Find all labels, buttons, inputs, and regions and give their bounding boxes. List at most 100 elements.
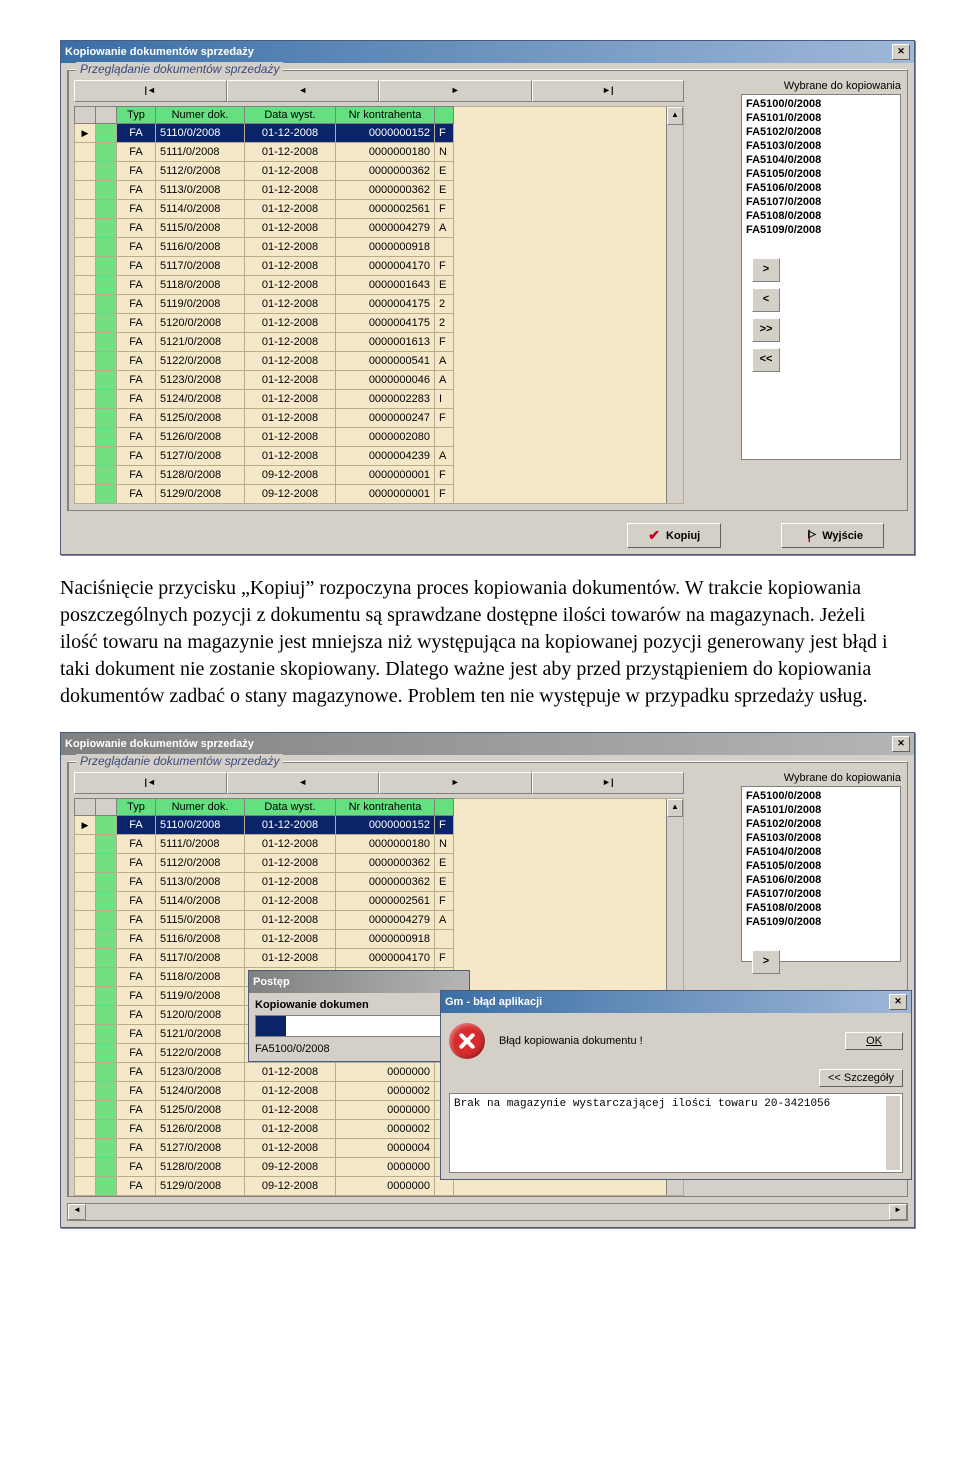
table-row[interactable]: FA5125/0/200801-12-20080000000247F bbox=[75, 409, 454, 428]
progress-title: Postęp bbox=[253, 976, 290, 988]
table-row[interactable]: FA5117/0/200801-12-20080000004170F bbox=[75, 949, 454, 968]
close-icon[interactable]: ✕ bbox=[892, 44, 910, 60]
list-item[interactable]: FA5107/0/2008 bbox=[746, 887, 896, 901]
add-button[interactable]: > bbox=[752, 950, 780, 974]
nav-first-button[interactable]: |◄ bbox=[74, 80, 227, 102]
table-row[interactable]: FA5113/0/200801-12-20080000000362E bbox=[75, 873, 454, 892]
col-kontr[interactable]: Nr kontrahenta bbox=[336, 107, 435, 124]
col-num[interactable]: Numer dok. bbox=[156, 107, 245, 124]
table-row[interactable]: FA5114/0/200801-12-20080000002561F bbox=[75, 200, 454, 219]
table-row[interactable]: FA5128/0/200809-12-20080000000001F bbox=[75, 466, 454, 485]
list-item[interactable]: FA5109/0/2008 bbox=[746, 223, 896, 237]
error-details-memo[interactable]: Brak na magazynie wystarczającej ilości … bbox=[449, 1093, 903, 1173]
list-item[interactable]: FA5102/0/2008 bbox=[746, 125, 896, 139]
list-item[interactable]: FA5106/0/2008 bbox=[746, 181, 896, 195]
check-icon: ✔ bbox=[648, 527, 660, 544]
selected-listbox[interactable]: FA5100/0/2008FA5101/0/2008FA5102/0/2008F… bbox=[741, 786, 901, 962]
table-row[interactable]: FA5122/0/200801-12-20080000000541A bbox=[75, 352, 454, 371]
remove-all-button[interactable]: << bbox=[752, 348, 780, 372]
titlebar[interactable]: Kopiowanie dokumentów sprzedaży ✕ bbox=[61, 733, 914, 755]
table-row[interactable]: FA5112/0/200801-12-20080000000362E bbox=[75, 162, 454, 181]
add-all-button[interactable]: >> bbox=[752, 318, 780, 342]
exit-button[interactable]: Wyjście bbox=[781, 523, 884, 548]
table-row[interactable]: FA5129/0/200809-12-20080000000001F bbox=[75, 485, 454, 504]
scroll-up-icon[interactable]: ▲ bbox=[667, 799, 683, 817]
table-row[interactable]: ▶FA5110/0/200801-12-20080000000152F bbox=[75, 124, 454, 143]
vertical-scrollbar[interactable]: ▲ bbox=[666, 107, 683, 503]
list-item[interactable]: FA5100/0/2008 bbox=[746, 789, 896, 803]
list-item[interactable]: FA5104/0/2008 bbox=[746, 153, 896, 167]
nav-last-button[interactable]: ►| bbox=[532, 80, 685, 102]
list-item[interactable]: FA5107/0/2008 bbox=[746, 195, 896, 209]
titlebar[interactable]: Postęp bbox=[249, 971, 469, 993]
table-row[interactable]: FA5113/0/200801-12-20080000000362E bbox=[75, 181, 454, 200]
col-num[interactable]: Numer dok. bbox=[156, 799, 245, 816]
table-row[interactable]: FA5115/0/200801-12-20080000004279A bbox=[75, 219, 454, 238]
list-item[interactable]: FA5103/0/2008 bbox=[746, 831, 896, 845]
progress-dialog: Postęp Kopiowanie dokumen FA5100/0/2008 bbox=[248, 970, 470, 1062]
list-item[interactable]: FA5101/0/2008 bbox=[746, 111, 896, 125]
close-icon[interactable]: ✕ bbox=[889, 994, 907, 1010]
table-row[interactable]: FA5112/0/200801-12-20080000000362E bbox=[75, 854, 454, 873]
list-item[interactable]: FA5109/0/2008 bbox=[746, 915, 896, 929]
table-row[interactable]: FA5127/0/200801-12-20080000004239A bbox=[75, 447, 454, 466]
list-item[interactable]: FA5106/0/2008 bbox=[746, 873, 896, 887]
table-row[interactable]: FA5124/0/200801-12-20080000002 bbox=[75, 1082, 454, 1101]
table-row[interactable]: FA5126/0/200801-12-20080000002080 bbox=[75, 428, 454, 447]
table-row[interactable]: FA5119/0/200801-12-200800000041752 bbox=[75, 295, 454, 314]
nav-next-button[interactable]: ► bbox=[379, 80, 532, 102]
table-row[interactable]: FA5121/0/200801-12-20080000001613F bbox=[75, 333, 454, 352]
table-row[interactable]: FA5114/0/200801-12-20080000002561F bbox=[75, 892, 454, 911]
table-row[interactable]: FA5118/0/200801-12-20080000001643E bbox=[75, 276, 454, 295]
table-row[interactable]: FA5116/0/200801-12-20080000000918 bbox=[75, 238, 454, 257]
col-typ[interactable]: Typ bbox=[117, 107, 156, 124]
list-item[interactable]: FA5108/0/2008 bbox=[746, 901, 896, 915]
list-item[interactable]: FA5105/0/2008 bbox=[746, 167, 896, 181]
table-row[interactable]: FA5111/0/200801-12-20080000000180N bbox=[75, 143, 454, 162]
scroll-up-icon[interactable]: ▲ bbox=[667, 107, 683, 125]
nav-prev-button[interactable]: ◄ bbox=[227, 80, 380, 102]
col-date[interactable]: Data wyst. bbox=[245, 107, 336, 124]
nav-first-button[interactable]: |◄ bbox=[74, 772, 227, 794]
table-row[interactable]: FA5115/0/200801-12-20080000004279A bbox=[75, 911, 454, 930]
col-date[interactable]: Data wyst. bbox=[245, 799, 336, 816]
titlebar[interactable]: Gm - błąd aplikacji ✕ bbox=[441, 991, 911, 1013]
scroll-right-icon[interactable]: ► bbox=[889, 1204, 907, 1220]
copy-button[interactable]: ✔ Kopiuj bbox=[627, 523, 721, 548]
table-row[interactable]: FA5128/0/200809-12-20080000000 bbox=[75, 1158, 454, 1177]
details-button[interactable]: << Szczegóły bbox=[819, 1069, 903, 1087]
horizontal-scrollbar[interactable]: ◄ ► bbox=[67, 1203, 908, 1221]
table-row[interactable]: FA5126/0/200801-12-20080000002 bbox=[75, 1120, 454, 1139]
table-row[interactable]: FA5129/0/200809-12-20080000000 bbox=[75, 1177, 454, 1196]
documents-table[interactable]: Typ Numer dok. Data wyst. Nr kontrahenta… bbox=[74, 106, 454, 504]
table-row[interactable]: FA5120/0/200801-12-200800000041752 bbox=[75, 314, 454, 333]
memo-scrollbar[interactable] bbox=[886, 1096, 900, 1170]
nav-prev-button[interactable]: ◄ bbox=[227, 772, 380, 794]
nav-last-button[interactable]: ►| bbox=[532, 772, 685, 794]
table-row[interactable]: FA5123/0/200801-12-20080000000 bbox=[75, 1063, 454, 1082]
nav-next-button[interactable]: ► bbox=[379, 772, 532, 794]
list-item[interactable]: FA5101/0/2008 bbox=[746, 803, 896, 817]
table-row[interactable]: FA5127/0/200801-12-20080000004 bbox=[75, 1139, 454, 1158]
table-row[interactable]: FA5116/0/200801-12-20080000000918 bbox=[75, 930, 454, 949]
table-row[interactable]: FA5117/0/200801-12-20080000004170F bbox=[75, 257, 454, 276]
scroll-left-icon[interactable]: ◄ bbox=[68, 1204, 86, 1220]
close-icon[interactable]: ✕ bbox=[892, 736, 910, 752]
col-kontr[interactable]: Nr kontrahenta bbox=[336, 799, 435, 816]
table-row[interactable]: FA5111/0/200801-12-20080000000180N bbox=[75, 835, 454, 854]
table-row[interactable]: FA5123/0/200801-12-20080000000046A bbox=[75, 371, 454, 390]
list-item[interactable]: FA5100/0/2008 bbox=[746, 97, 896, 111]
ok-button[interactable]: OK bbox=[845, 1032, 903, 1050]
list-item[interactable]: FA5102/0/2008 bbox=[746, 817, 896, 831]
list-item[interactable]: FA5108/0/2008 bbox=[746, 209, 896, 223]
table-row[interactable]: FA5124/0/200801-12-20080000002283I bbox=[75, 390, 454, 409]
list-item[interactable]: FA5104/0/2008 bbox=[746, 845, 896, 859]
table-row[interactable]: ▶FA5110/0/200801-12-20080000000152F bbox=[75, 816, 454, 835]
remove-button[interactable]: < bbox=[752, 288, 780, 312]
titlebar[interactable]: Kopiowanie dokumentów sprzedaży ✕ bbox=[61, 41, 914, 63]
list-item[interactable]: FA5103/0/2008 bbox=[746, 139, 896, 153]
table-row[interactable]: FA5125/0/200801-12-20080000000 bbox=[75, 1101, 454, 1120]
add-button[interactable]: > bbox=[752, 258, 780, 282]
list-item[interactable]: FA5105/0/2008 bbox=[746, 859, 896, 873]
col-typ[interactable]: Typ bbox=[117, 799, 156, 816]
